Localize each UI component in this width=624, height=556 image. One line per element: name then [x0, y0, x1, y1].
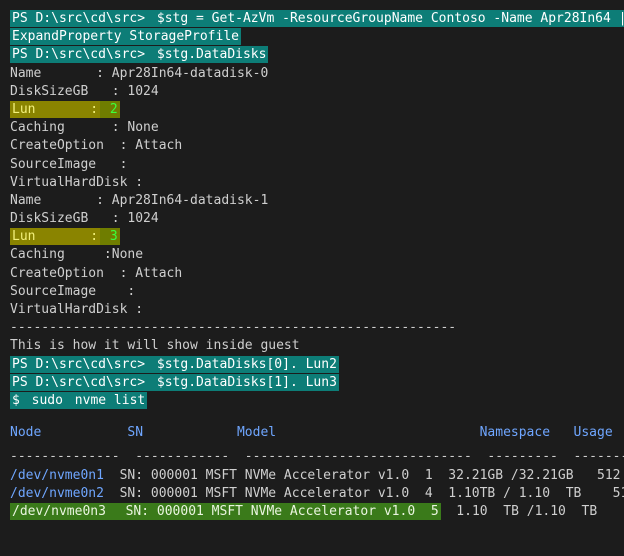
cmd-line[interactable]: PS D:\src\cd\src> $stg.DataDisks[1]. Lun…	[10, 374, 624, 392]
output-line-lun: Lun : 3	[10, 228, 624, 246]
output-line: Caching :None	[10, 246, 624, 264]
cmd-text: $stg.DataDisks[1]. Lun3	[147, 374, 339, 391]
shell-prompt: $	[10, 392, 30, 409]
output-line: Caching : None	[10, 119, 624, 137]
output-line: Name : Apr28In64-datadisk-1	[10, 192, 624, 210]
table-row-highlighted: /dev/nvme0n3 SN: 000001 MSFT NVMe Accele…	[10, 503, 624, 521]
output-line: VirtualHardDisk :	[10, 174, 624, 192]
cmd-text: nvme list	[73, 392, 147, 409]
row-rest-highlight: SN: 000001 MSFT NVMe Accelerator v1.0 5	[108, 503, 441, 520]
lun-label: Lun :	[10, 228, 100, 245]
output-line: DiskSizeGB : 1024	[10, 83, 624, 101]
ps-prompt: PS D:\src\cd\src>	[10, 374, 147, 391]
cmd-line[interactable]: PS D:\src\cd\src> $stg.DataDisks[0]. Lun…	[10, 356, 624, 374]
row-rest: 1.10 TB /1.10 TB 512 B + 0 B v1.00000	[441, 504, 624, 519]
output-line: Name : Apr28In64-datadisk-0	[10, 65, 624, 83]
note-line: This is how it will show inside guest	[10, 337, 624, 355]
cmd-text: $stg = Get-AzVm -ResourceGroupName Conto…	[147, 10, 624, 27]
output-line: SourceImage :	[10, 156, 624, 174]
cmd-text: $stg.DataDisks[0]. Lun2	[147, 356, 339, 373]
cmd-line[interactable]: $ sudo nvme list	[10, 392, 624, 410]
lun-label: Lun :	[10, 101, 100, 118]
output-line: DiskSizeGB : 1024	[10, 210, 624, 228]
cmd-line[interactable]: PS D:\src\cd\src> $stg = Get-AzVm -Resou…	[10, 10, 624, 28]
sudo-keyword: sudo	[30, 392, 73, 409]
table-row: /dev/nvme0n2 SN: 000001 MSFT NVMe Accele…	[10, 485, 624, 503]
terminal-window: PS D:\src\cd\src> $stg = Get-AzVm -Resou…	[0, 0, 624, 556]
cmd-text: $stg.DataDisks	[147, 46, 268, 63]
device-node: /dev/nvme0n1	[10, 468, 104, 483]
output-line-lun: Lun : 2	[10, 101, 624, 119]
divider-dashes: ----------------------------------------…	[10, 319, 624, 337]
lun-value: 2	[100, 101, 120, 118]
output-line: SourceImage :	[10, 283, 624, 301]
output-line: CreateOption : Attach	[10, 265, 624, 283]
output-line: VirtualHardDisk :	[10, 301, 624, 319]
ps-prompt: PS D:\src\cd\src>	[10, 10, 147, 27]
row-rest: SN: 000001 MSFT NVMe Accelerator v1.0 4 …	[104, 486, 624, 501]
nvme-table: Node SN Model Namespace Usage Format FW …	[10, 416, 624, 521]
cmd-line[interactable]: ExpandProperty StorageProfile	[10, 28, 624, 46]
table-header: Node SN Model Namespace Usage Format FW …	[10, 424, 624, 442]
table-divider: -------------- ------------ ------------…	[10, 448, 624, 466]
ps-prompt: PS D:\src\cd\src>	[10, 356, 147, 373]
cmd-line[interactable]: PS D:\src\cd\src> $stg.DataDisks	[10, 46, 624, 64]
device-node: /dev/nvme0n3	[10, 503, 108, 520]
lun-value: 3	[100, 228, 120, 245]
ps-prompt: PS D:\src\cd\src>	[10, 46, 147, 63]
row-rest: SN: 000001 MSFT NVMe Accelerator v1.0 1 …	[104, 468, 624, 483]
cmd-text: ExpandProperty StorageProfile	[10, 28, 241, 45]
output-line: CreateOption : Attach	[10, 137, 624, 155]
table-row: /dev/nvme0n1 SN: 000001 MSFT NVMe Accele…	[10, 467, 624, 485]
device-node: /dev/nvme0n2	[10, 486, 104, 501]
